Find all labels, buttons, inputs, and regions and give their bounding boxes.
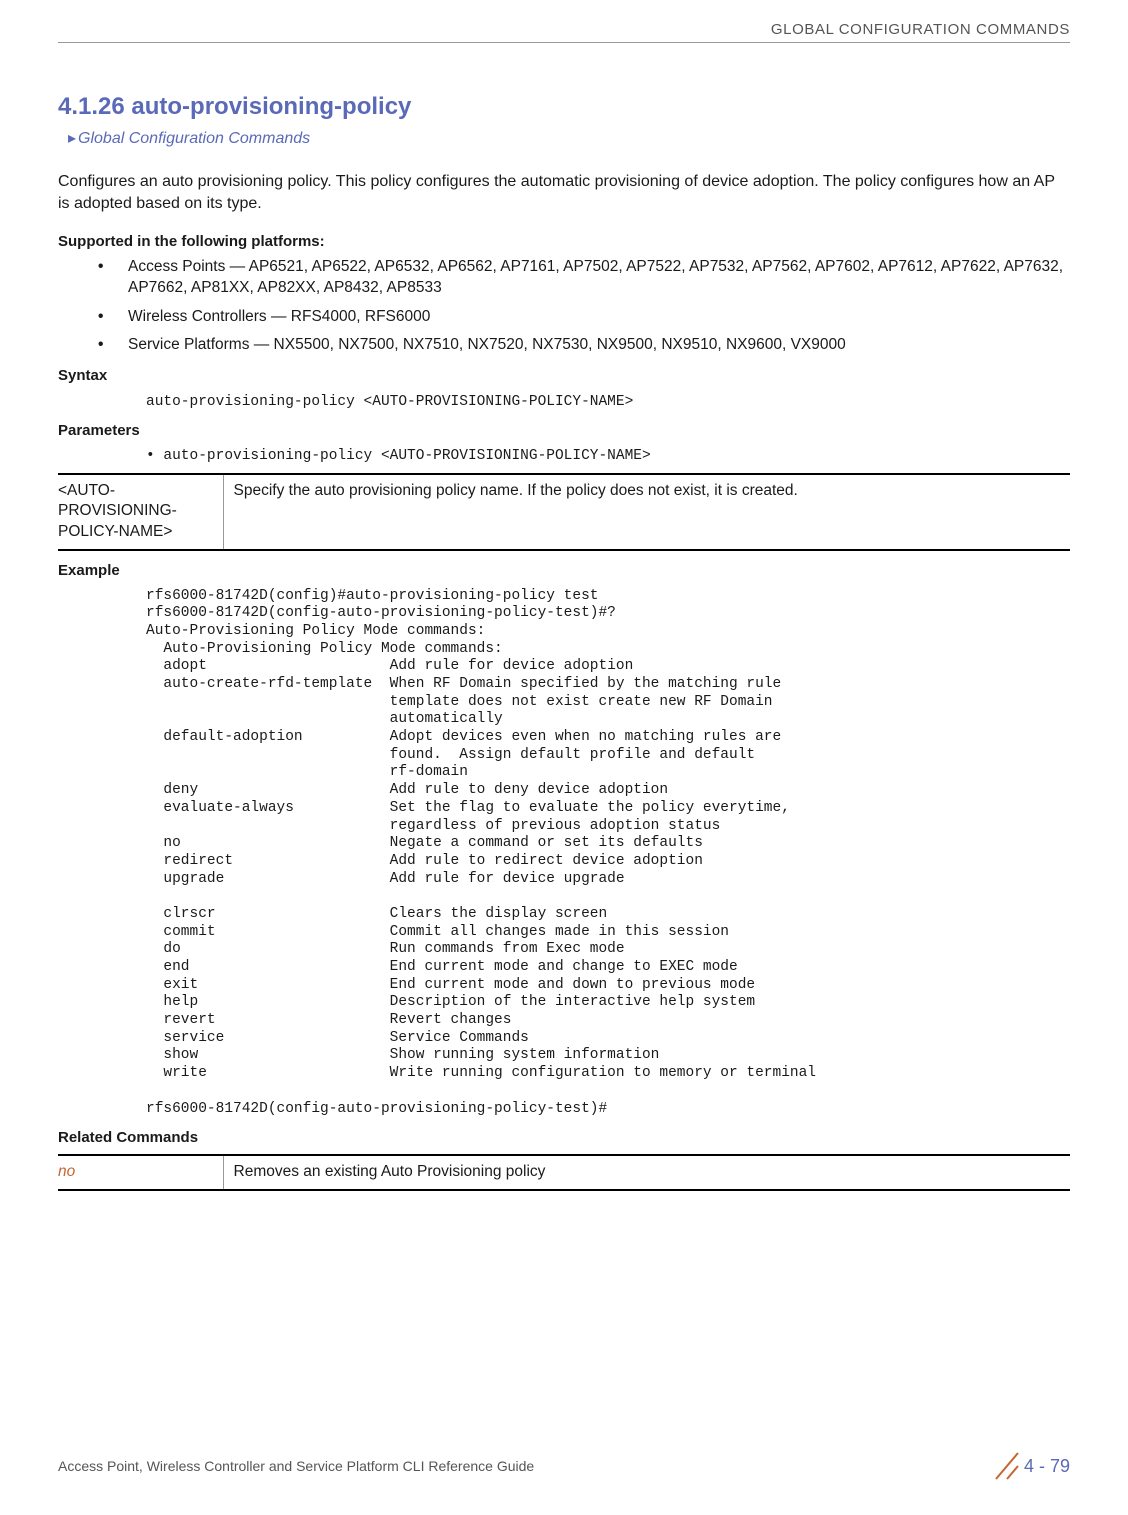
header-rule xyxy=(58,42,1070,43)
example-code: rfs6000-81742D(config)#auto-provisioning… xyxy=(146,588,1070,1119)
header-section-label: GLOBAL CONFIGURATION COMMANDS xyxy=(58,20,1070,40)
slash-icon xyxy=(990,1449,1024,1483)
related-cmd-cell[interactable]: no xyxy=(58,1155,223,1190)
related-heading: Related Commands xyxy=(58,1128,1070,1148)
footer-left-text: Access Point, Wireless Controller and Se… xyxy=(58,1457,534,1476)
example-heading: Example xyxy=(58,561,1070,581)
parameters-table: <AUTO-PROVISIONING-POLICY-NAME> Specify … xyxy=(58,473,1070,552)
list-item: Service Platforms — NX5500, NX7500, NX75… xyxy=(98,335,1070,356)
page-number: 4 - 79 xyxy=(1024,1454,1070,1478)
breadcrumb[interactable]: ▸Global Configuration Commands xyxy=(68,128,1070,150)
description-paragraph: Configures an auto provisioning policy. … xyxy=(58,171,1070,214)
page-footer: Access Point, Wireless Controller and Se… xyxy=(58,1449,1070,1483)
related-desc-cell: Removes an existing Auto Provisioning po… xyxy=(223,1155,1070,1190)
parameters-heading: Parameters xyxy=(58,421,1070,441)
list-item: Wireless Controllers — RFS4000, RFS6000 xyxy=(98,307,1070,328)
list-item: Access Points — AP6521, AP6522, AP6532, … xyxy=(98,257,1070,299)
related-table: no Removes an existing Auto Provisioning… xyxy=(58,1154,1070,1191)
page-title: 4.1.26 auto-provisioning-policy xyxy=(58,91,1070,123)
parameters-bullet: • auto-provisioning-policy <AUTO-PROVISI… xyxy=(146,447,1070,467)
table-row: <AUTO-PROVISIONING-POLICY-NAME> Specify … xyxy=(58,474,1070,551)
param-desc-cell: Specify the auto provisioning policy nam… xyxy=(223,474,1070,551)
syntax-heading: Syntax xyxy=(58,366,1070,386)
supported-list: Access Points — AP6521, AP6522, AP6532, … xyxy=(98,257,1070,357)
table-row: no Removes an existing Auto Provisioning… xyxy=(58,1155,1070,1190)
param-name-cell: <AUTO-PROVISIONING-POLICY-NAME> xyxy=(58,474,223,551)
arrow-right-icon: ▸ xyxy=(68,130,76,147)
breadcrumb-text: Global Configuration Commands xyxy=(78,130,310,147)
syntax-code: auto-provisioning-policy <AUTO-PROVISION… xyxy=(146,393,1070,411)
supported-heading: Supported in the following platforms: xyxy=(58,232,1070,252)
